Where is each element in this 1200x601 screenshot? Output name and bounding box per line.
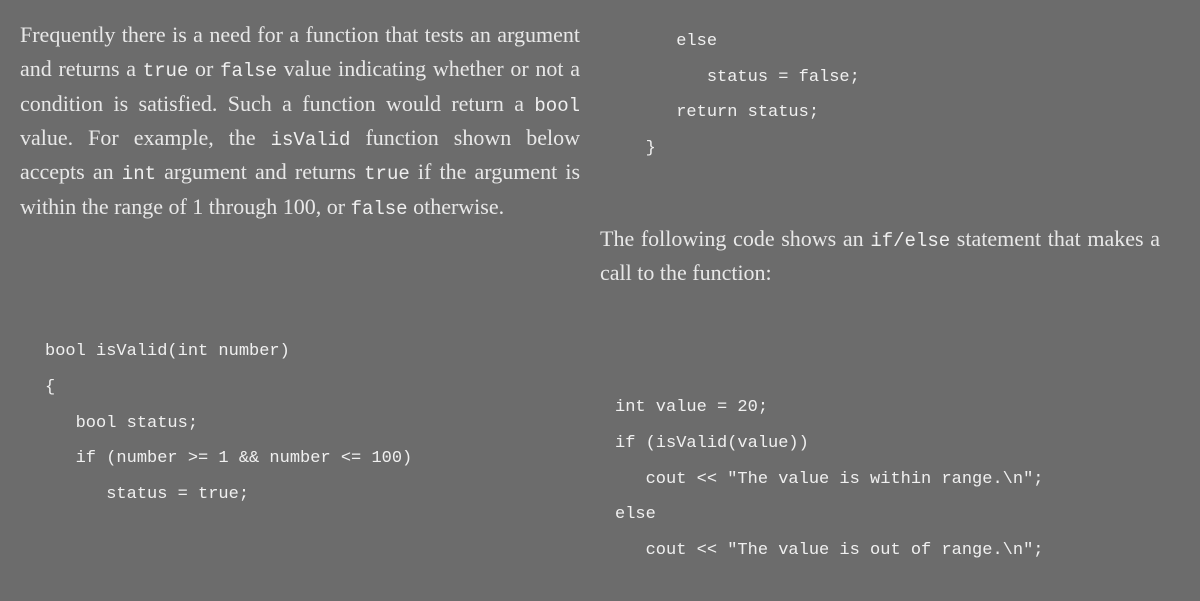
- paragraph-1: Frequently there is a need for a functio…: [20, 18, 580, 224]
- inline-code: true: [143, 60, 189, 82]
- inline-code: if/else: [870, 230, 950, 252]
- inline-code: true: [364, 163, 410, 185]
- inline-code: false: [220, 60, 277, 82]
- code-block-usage: int value = 20; if (isValid(value)) cout…: [615, 390, 1160, 568]
- inline-code: false: [351, 198, 408, 220]
- text-run: or: [188, 56, 220, 81]
- inline-code: int: [122, 163, 156, 185]
- code-block-isvalid-continued: else status = false; return status; }: [615, 24, 1160, 167]
- inline-code: isValid: [271, 129, 351, 151]
- text-run: The following code shows an: [600, 226, 870, 251]
- inline-code: bool: [534, 95, 580, 117]
- right-column: else status = false; return status; } Th…: [600, 18, 1160, 569]
- text-run: otherwise.: [408, 194, 505, 219]
- paragraph-2: The following code shows an if/else stat…: [600, 222, 1160, 291]
- left-column: Frequently there is a need for a functio…: [20, 18, 580, 513]
- code-block-isvalid: bool isValid(int number) { bool status; …: [45, 334, 580, 512]
- text-run: value. For example, the: [20, 125, 271, 150]
- text-run: argument and returns: [156, 159, 364, 184]
